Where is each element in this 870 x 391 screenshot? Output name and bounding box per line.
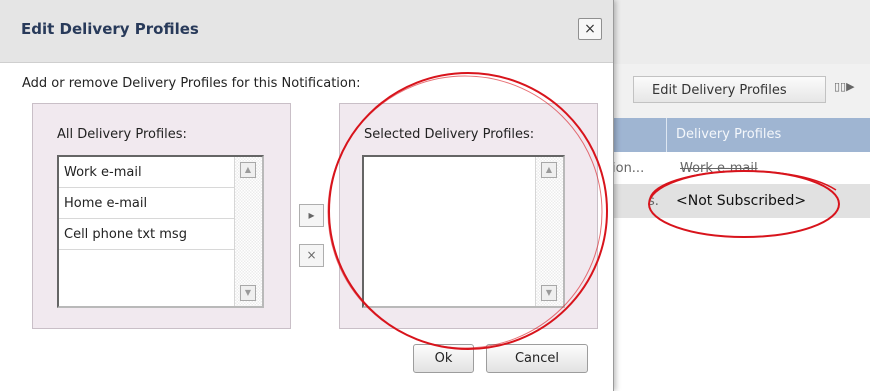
arrow-right-icon: ▸ (308, 208, 315, 222)
close-icon: × (584, 21, 596, 37)
selected-profiles-listbox[interactable]: ▲ ▼ (362, 155, 565, 308)
row-1-delivery-profile: Work e-mail (680, 161, 758, 176)
scroll-up-icon[interactable]: ▲ (541, 162, 557, 178)
delivery-profiles-column-header[interactable]: Delivery Profiles (676, 118, 781, 152)
edit-delivery-profiles-dialog: Edit Delivery Profiles × Add or remove D… (0, 0, 614, 391)
selected-profiles-scrollbar[interactable]: ▲ ▼ (535, 157, 563, 306)
selected-profiles-panel: Selected Delivery Profiles: ▲ ▼ (339, 103, 598, 329)
dialog-title: Edit Delivery Profiles (21, 20, 199, 38)
close-button[interactable]: × (578, 18, 602, 40)
all-profiles-scrollbar[interactable]: ▲ ▼ (234, 157, 262, 306)
add-profile-button[interactable]: ▸ (299, 204, 324, 227)
dialog-titlebar[interactable]: Edit Delivery Profiles × (0, 0, 613, 63)
list-item[interactable]: Cell phone txt msg (59, 219, 235, 250)
ok-button[interactable]: Ok (413, 344, 474, 373)
all-profiles-panel: All Delivery Profiles: Work e-mail Home … (32, 103, 291, 329)
background-top-area (612, 0, 870, 64)
remove-profile-button[interactable]: × (299, 244, 324, 267)
row-2-delivery-profile: <Not Subscribed> (676, 193, 807, 209)
all-profiles-listbox[interactable]: Work e-mail Home e-mail Cell phone txt m… (57, 155, 264, 308)
header-divider (666, 118, 667, 152)
cancel-button[interactable]: Cancel (486, 344, 588, 373)
all-profiles-label: All Delivery Profiles: (57, 127, 187, 142)
row-2-truncated-cell: s. (648, 194, 659, 209)
selected-profiles-label: Selected Delivery Profiles: (364, 127, 535, 142)
scroll-down-icon[interactable]: ▼ (240, 285, 256, 301)
columns-menu-icon[interactable]: ▯▯▶ (834, 80, 870, 100)
instruction-text: Add or remove Delivery Profiles for this… (22, 76, 361, 91)
remove-icon: × (306, 248, 317, 262)
row-1-truncated-cell: ion... (612, 161, 645, 176)
list-item[interactable]: Home e-mail (59, 188, 235, 219)
edit-delivery-profiles-button[interactable]: Edit Delivery Profiles (633, 76, 826, 103)
scroll-up-icon[interactable]: ▲ (240, 162, 256, 178)
list-item[interactable]: Work e-mail (59, 157, 235, 188)
scroll-down-icon[interactable]: ▼ (541, 285, 557, 301)
